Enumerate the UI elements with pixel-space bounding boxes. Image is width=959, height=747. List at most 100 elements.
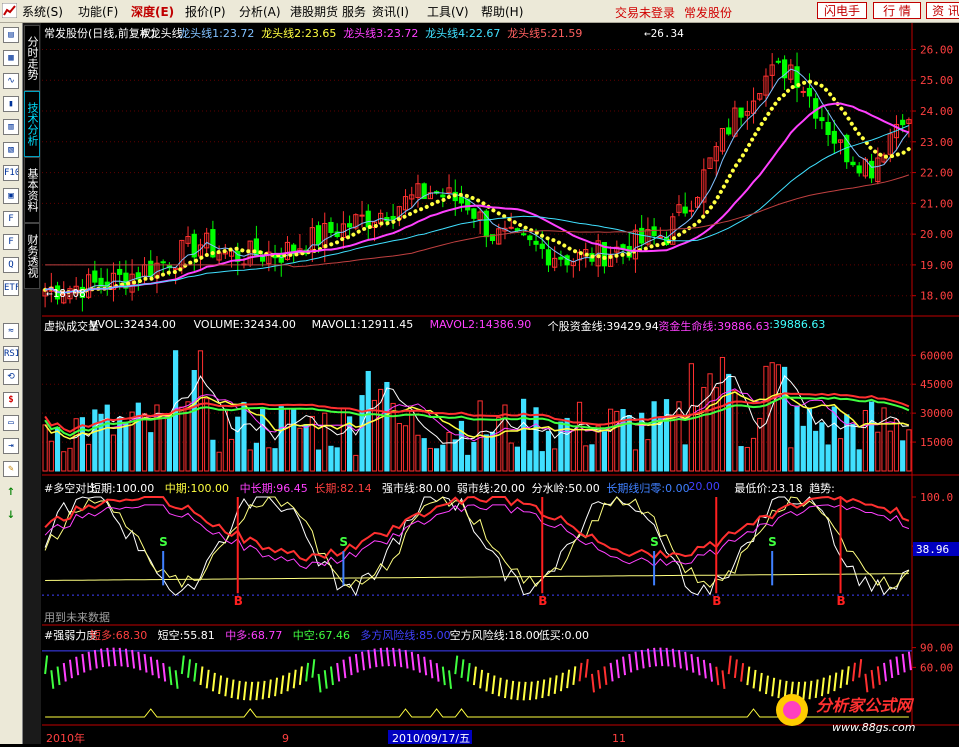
volume-legend-3: MAVOL1:12911.45 [311, 318, 414, 331]
news-button[interactable]: 资 讯 [926, 2, 959, 19]
date-axis-start: 2010年 [46, 731, 85, 744]
etf-icon[interactable]: ETF [3, 280, 19, 296]
volume-bar [850, 424, 856, 472]
price-legend-2: 龙头线1:23.72 [179, 27, 255, 40]
dollar-icon[interactable]: $ [3, 392, 19, 408]
candle-body [160, 261, 166, 264]
toolbar-icon-4[interactable]: ▮ [3, 96, 19, 112]
candle-body [347, 223, 353, 228]
candle-body [800, 90, 806, 93]
high-price-marker: ←26.34 [644, 27, 684, 40]
toolbar-icon-6[interactable]: ▧ [3, 142, 19, 158]
candle-body [92, 270, 98, 283]
volume-bar [359, 395, 365, 472]
toolbar-icon-2[interactable]: ▦ [3, 50, 19, 66]
volume-bar [241, 401, 247, 472]
candle-body [508, 226, 514, 229]
volume-bar [384, 381, 390, 472]
price-tick-label: 24.00 [920, 105, 953, 118]
candle-body [117, 268, 123, 275]
menu-service[interactable]: 服务 [342, 3, 366, 20]
candle-body [365, 210, 371, 228]
volume-bar [738, 446, 744, 472]
volume-bar [291, 408, 297, 472]
toolbar-icon-17[interactable]: ▭ [3, 415, 19, 431]
candle-body [825, 121, 831, 135]
toolbar-icon-3[interactable]: ∿ [3, 73, 19, 89]
strength-tick-label: 90.00 [920, 642, 953, 655]
tab-finance[interactable]: 财务透视 [24, 223, 40, 289]
toolbar-icon-11[interactable]: Q [3, 257, 19, 273]
candle-body [726, 127, 732, 135]
candle-body [471, 208, 477, 219]
oscillator-legend-6: 弱市线:20.00 [456, 482, 525, 495]
oscillator-legend-1: 短期:100.00 [90, 482, 155, 495]
left-toolbar: ▤ ▦ ∿ ▮ ▥ ▧ F10 ▣ F F Q ETF ≈ RSI ⟲ $ ▭ ⇥ ✎ ↑ ↓ [0, 23, 23, 744]
strength-legend-2: 短空:55.81 [157, 629, 215, 642]
volume-legend-1: VVOL:32434.00 [90, 318, 176, 331]
strength-legend-6: 空方风险线:18.00 [449, 629, 540, 642]
toolbar-icon-13[interactable]: ≈ [3, 323, 19, 339]
volume-bar [434, 448, 440, 472]
volume-legend-7: :39886.63 [769, 318, 826, 331]
volume-bar [315, 449, 322, 472]
pencil-icon[interactable]: ✎ [3, 461, 19, 477]
arrow-down-icon[interactable]: ↓ [3, 507, 19, 523]
rsi-icon[interactable]: RSI [3, 346, 19, 362]
oscillator-legend-8: 长期线归零:0.00 [606, 482, 690, 495]
toolbar-icon-1[interactable]: ▤ [3, 27, 19, 43]
toolbar-icon-15[interactable]: ⟲ [3, 369, 19, 385]
volume-legend-2: VOLUME:32434.00 [193, 318, 296, 331]
date-axis-tick-11: 11 [612, 732, 626, 744]
menu-hk-futures[interactable]: 港股期货 [290, 3, 338, 20]
volume-bar [334, 447, 340, 472]
volume-tick-label: 60000 [920, 349, 953, 362]
menu-news[interactable]: 资讯(I) [372, 3, 409, 20]
candle-body [856, 165, 862, 174]
tab-intraday[interactable]: 分时走势 [24, 25, 40, 91]
menu-depth[interactable]: 深度(E) [131, 3, 174, 20]
toolbar-icon-18[interactable]: ⇥ [3, 438, 19, 454]
toolbar-icon-9[interactable]: F [3, 211, 19, 227]
volume-bar [726, 373, 732, 472]
candle-body [775, 60, 781, 63]
volume-bar [303, 424, 309, 472]
volume-bar [135, 402, 141, 472]
buy-signal-label: B [712, 594, 721, 608]
toolbar-icon-8[interactable]: ▣ [3, 188, 19, 204]
menu-tools[interactable]: 工具(V) [427, 3, 469, 20]
candle-body [521, 233, 527, 236]
toolbar-icon-10[interactable]: F [3, 234, 19, 250]
tab-fundamentals[interactable]: 基本资料 [24, 157, 40, 223]
current-stock-name: 常发股份 [684, 6, 733, 20]
menu-system[interactable]: 系统(S) [22, 3, 63, 20]
candle-body [359, 214, 365, 217]
oscillator-legend-11: 趋势: [809, 482, 835, 495]
menu-analysis[interactable]: 分析(A) [239, 3, 281, 20]
cursor-date-label: 2010/09/17/五 [392, 732, 470, 744]
sell-signal-label: S [339, 535, 348, 549]
strength-legend-3: 中多:68.77 [225, 629, 283, 642]
buy-signal-label: B [837, 594, 846, 608]
toolbar-icon-5[interactable]: ▥ [3, 119, 19, 135]
price-tick-label: 23.00 [920, 136, 953, 149]
volume-bar [682, 444, 688, 472]
quote-button[interactable]: 行 情 [873, 2, 921, 19]
arrow-up-icon[interactable]: ↑ [3, 484, 19, 500]
volume-bar [651, 401, 657, 472]
oscillator-legend-3: 中长期:96.45 [239, 482, 308, 495]
volume-bar [440, 444, 446, 472]
price-tick-label: 18.00 [920, 290, 953, 303]
sell-signal-label: S [650, 535, 659, 549]
volume-bar [148, 432, 154, 472]
menu-function[interactable]: 功能(F) [78, 3, 118, 20]
candle-body [533, 240, 539, 245]
menu-quote[interactable]: 报价(P) [185, 3, 226, 20]
volume-bar [856, 449, 862, 472]
oscillator-legend-4: 长期:82.14 [314, 482, 372, 495]
f10-icon[interactable]: F10 [3, 165, 19, 181]
menu-help[interactable]: 帮助(H) [481, 3, 523, 20]
flash-trade-button[interactable]: 闪电手 [817, 2, 867, 19]
price-tick-label: 19.00 [920, 259, 953, 272]
tab-technical[interactable]: 技术分析 [24, 91, 40, 157]
